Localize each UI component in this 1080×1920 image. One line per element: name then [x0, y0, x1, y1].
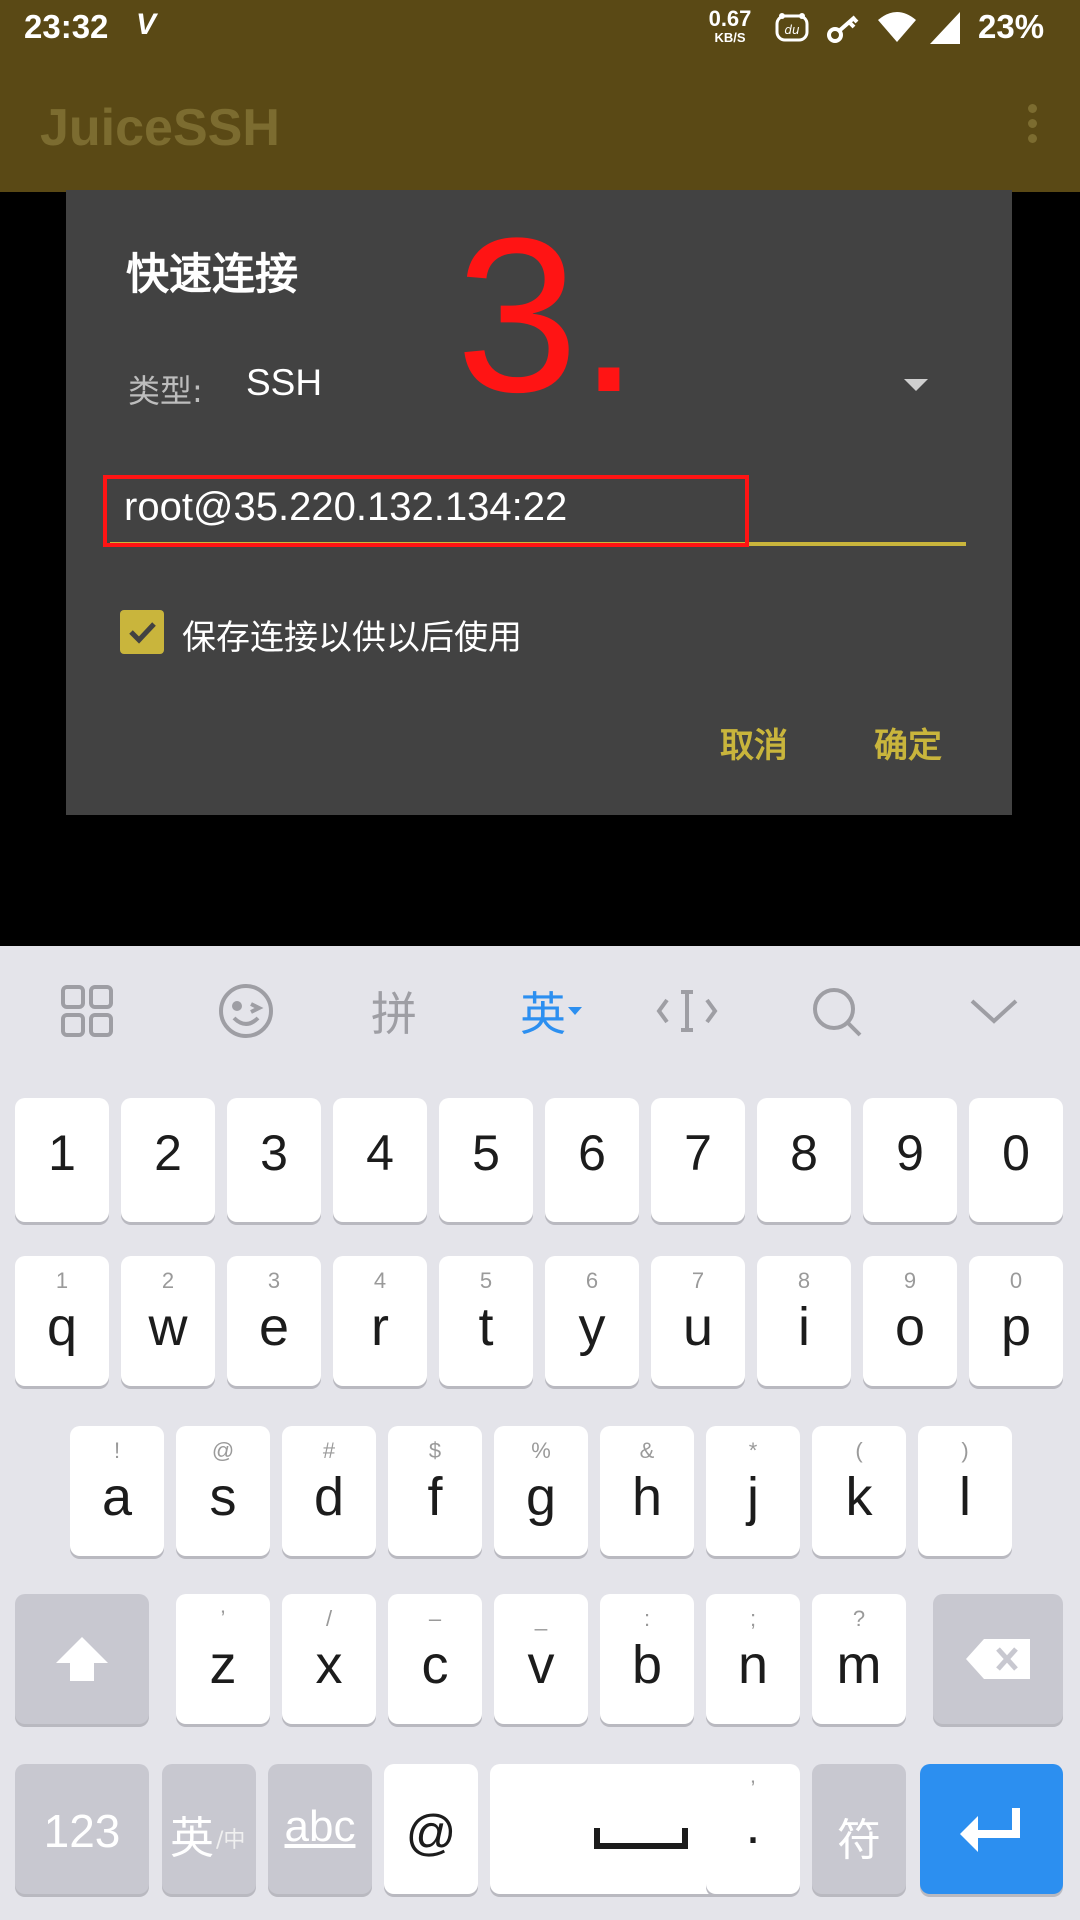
abc-mode-key[interactable]: abc	[268, 1764, 372, 1894]
key-a[interactable]: ! a	[70, 1426, 164, 1556]
key-e[interactable]: 3e	[227, 1256, 321, 1386]
pinyin-mode-label: 拼	[371, 987, 417, 1041]
step-annotation: 3.	[456, 192, 640, 438]
key-c[interactable]: – c	[388, 1594, 482, 1724]
svg-text:du: du	[784, 23, 800, 37]
pinyin-mode-button[interactable]: 拼	[364, 980, 424, 1042]
language-switch-main: 英	[170, 1813, 214, 1864]
app-bar: JuiceSSH	[0, 60, 1080, 192]
key-f[interactable]: $ f	[388, 1426, 482, 1556]
key-u[interactable]: 7u	[651, 1256, 745, 1386]
key-v[interactable]: _ v	[494, 1594, 588, 1724]
key-z[interactable]: ’ z	[176, 1594, 270, 1724]
cancel-button[interactable]: 取消	[720, 718, 788, 767]
mode-dropdown-icon	[568, 1007, 582, 1015]
emoji-icon[interactable]	[216, 980, 276, 1042]
key-w[interactable]: 2w	[121, 1256, 215, 1386]
space-icon	[594, 1828, 688, 1849]
key-o[interactable]: 9o	[863, 1256, 957, 1386]
key-g[interactable]: % g	[494, 1426, 588, 1556]
key-x[interactable]: / x	[282, 1594, 376, 1724]
key-l[interactable]: ) l	[918, 1426, 1012, 1556]
numbers-mode-key[interactable]: 123	[15, 1764, 149, 1894]
key-7[interactable]: 7	[651, 1098, 745, 1222]
text-cursor-icon[interactable]	[654, 980, 720, 1042]
baidu-icon: du	[774, 10, 810, 51]
ok-button[interactable]: 确定	[874, 718, 942, 767]
apps-grid-icon[interactable]	[58, 980, 116, 1042]
dialog-title: 快速连接	[126, 250, 298, 300]
network-speed: 0.67 KB/S	[704, 6, 756, 45]
highlight-box	[103, 475, 749, 547]
backspace-key[interactable]	[933, 1594, 1063, 1724]
key-n[interactable]: ; n	[706, 1594, 800, 1724]
language-switch-sub: /中	[216, 1828, 246, 1853]
checkmark-icon	[129, 622, 156, 644]
english-mode-label: 英	[520, 987, 566, 1041]
enter-icon	[960, 1808, 1020, 1852]
key-j[interactable]: * j	[706, 1426, 800, 1556]
overflow-menu-icon[interactable]	[1022, 104, 1042, 148]
key-at[interactable]: @	[384, 1764, 478, 1894]
key-b[interactable]: :b	[600, 1594, 694, 1724]
soft-keyboard: 拼 英 1 2 3 4 5 6 7 8 9 0 1q 2w 3e 4r 5t 6…	[0, 946, 1080, 1920]
key-y[interactable]: 6y	[545, 1256, 639, 1386]
enter-key[interactable]	[920, 1764, 1063, 1894]
shift-icon	[56, 1637, 108, 1681]
key-p[interactable]: 0p	[969, 1256, 1063, 1386]
key-d[interactable]: # d	[282, 1426, 376, 1556]
key-icon	[826, 10, 862, 51]
network-speed-unit: KB/S	[714, 30, 746, 45]
key-6[interactable]: 6	[545, 1098, 639, 1222]
status-time: 23:32	[24, 8, 109, 45]
key-s[interactable]: @ s	[176, 1426, 270, 1556]
search-icon[interactable]	[806, 980, 866, 1042]
key-5[interactable]: 5	[439, 1098, 533, 1222]
language-switch-key[interactable]: 英 /中	[162, 1764, 256, 1894]
key-8[interactable]: 8	[757, 1098, 851, 1222]
key-q[interactable]: 1q	[15, 1256, 109, 1386]
dropdown-caret-icon[interactable]	[904, 379, 928, 391]
key-k[interactable]: (k	[812, 1426, 906, 1556]
key-r[interactable]: 4r	[333, 1256, 427, 1386]
backspace-icon	[966, 1639, 1030, 1679]
wifi-icon	[876, 10, 918, 51]
save-connection-checkbox[interactable]	[120, 610, 164, 654]
key-4[interactable]: 4	[333, 1098, 427, 1222]
symbols-key[interactable]: 符	[812, 1764, 906, 1894]
type-label: 类型:	[128, 372, 203, 410]
key-t[interactable]: 5t	[439, 1256, 533, 1386]
key-period[interactable]: ’ .	[706, 1764, 800, 1894]
collapse-keyboard-icon[interactable]	[964, 980, 1024, 1042]
app-title: JuiceSSH	[40, 99, 280, 157]
carrier-icon: V	[136, 8, 157, 41]
shift-key[interactable]	[15, 1594, 149, 1724]
battery-level: 23%	[978, 8, 1045, 45]
quick-connect-dialog: 快速连接 3. 类型: SSH 保存连接以供以后使用 取消 确定	[66, 190, 1012, 815]
signal-icon	[928, 10, 962, 51]
key-9[interactable]: 9	[863, 1098, 957, 1222]
english-mode-button[interactable]: 英	[512, 980, 592, 1042]
key-1[interactable]: 1	[15, 1098, 109, 1222]
type-dropdown[interactable]: SSH	[246, 362, 322, 404]
status-bar: 23:32 V 0.67 KB/S du 23%	[0, 0, 1080, 60]
key-h[interactable]: & h	[600, 1426, 694, 1556]
key-m[interactable]: ? m	[812, 1594, 906, 1724]
network-speed-value: 0.67	[708, 6, 752, 31]
key-2[interactable]: 2	[121, 1098, 215, 1222]
key-0[interactable]: 0	[969, 1098, 1063, 1222]
key-i[interactable]: 8i	[757, 1256, 851, 1386]
key-3[interactable]: 3	[227, 1098, 321, 1222]
save-connection-label[interactable]: 保存连接以供以后使用	[182, 610, 522, 659]
